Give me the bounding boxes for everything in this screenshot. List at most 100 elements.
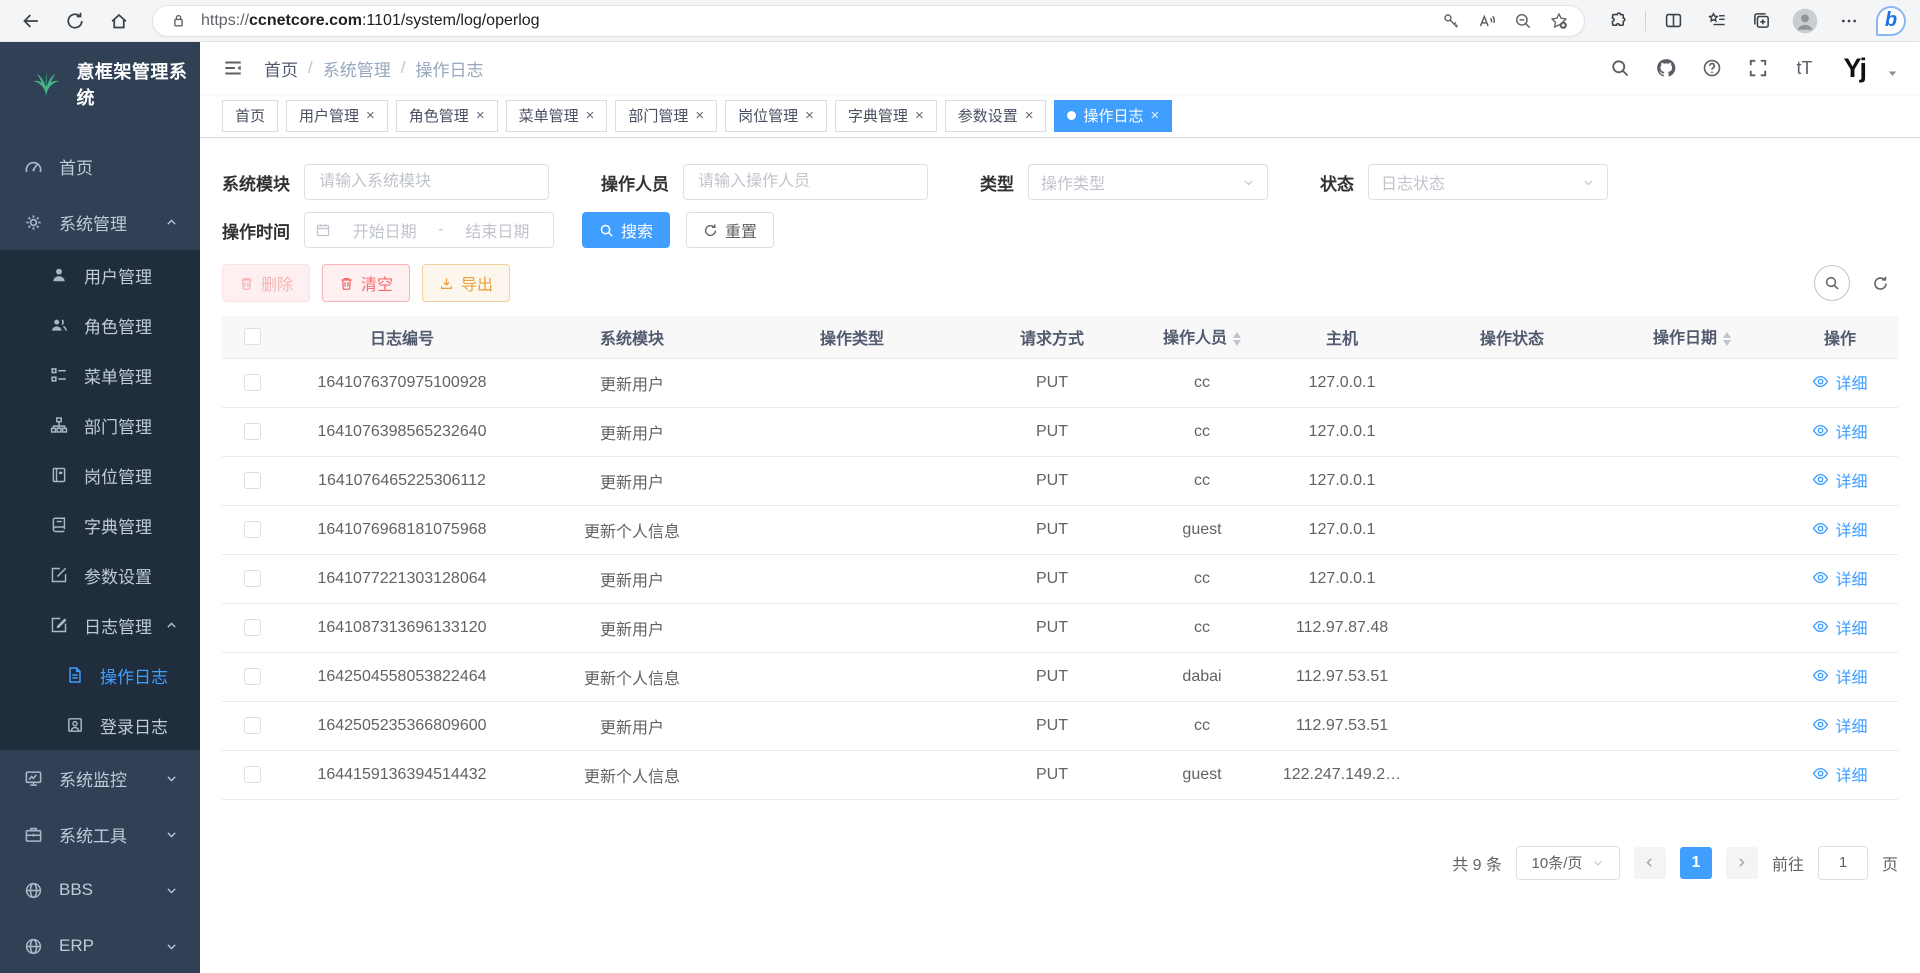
column-header[interactable]: 操作日期	[1602, 316, 1782, 358]
sidebar-item-menus[interactable]: 菜单管理	[0, 350, 200, 400]
app-logo[interactable]: 意框架管理系统	[0, 42, 200, 126]
sidebar-item-departments[interactable]: 部门管理	[0, 400, 200, 450]
detail-link[interactable]: 详细	[1812, 664, 1867, 688]
address-bar[interactable]: https://ccnetcore.com:1101/system/log/op…	[152, 5, 1585, 37]
row-checkbox[interactable]	[244, 766, 261, 783]
tab-close-icon[interactable]: ×	[915, 107, 924, 124]
detail-link[interactable]: 详细	[1812, 419, 1867, 443]
tab[interactable]: 用户管理 ×	[286, 100, 388, 132]
reset-button[interactable]: 重置	[686, 212, 774, 248]
module-input[interactable]	[304, 164, 549, 200]
detail-link[interactable]: 详细	[1812, 370, 1867, 394]
row-checkbox[interactable]	[244, 717, 261, 734]
tab[interactable]: 菜单管理 ×	[506, 100, 608, 132]
detail-link[interactable]: 详细	[1812, 615, 1867, 639]
row-checkbox[interactable]	[244, 423, 261, 440]
breadcrumb-home[interactable]: 首页	[264, 56, 298, 81]
row-checkbox[interactable]	[244, 472, 261, 489]
detail-link[interactable]: 详细	[1812, 762, 1867, 786]
sidebar-item-monitor[interactable]: 系统监控	[0, 750, 200, 806]
sidebar-item-posts[interactable]: 岗位管理	[0, 450, 200, 500]
user-avatar-logo[interactable]: Yj	[1843, 53, 1865, 84]
read-aloud-icon[interactable]	[1474, 12, 1500, 30]
browser-profile-avatar[interactable]	[1788, 4, 1822, 38]
operator-input[interactable]	[683, 164, 928, 200]
split-screen-icon[interactable]	[1656, 4, 1690, 38]
select-all-checkbox[interactable]	[244, 328, 261, 345]
browser-home-icon[interactable]	[102, 4, 136, 38]
detail-link[interactable]: 详细	[1812, 713, 1867, 737]
column-header[interactable]: 系统模块	[522, 316, 742, 358]
row-checkbox[interactable]	[244, 668, 261, 685]
column-header[interactable]: 请求方式	[962, 316, 1142, 358]
detail-link[interactable]: 详细	[1812, 517, 1867, 541]
tab[interactable]: 岗位管理 ×	[725, 100, 827, 132]
sidebar-item-home[interactable]: 首页	[0, 138, 200, 194]
tab[interactable]: 部门管理 ×	[615, 100, 717, 132]
type-select[interactable]: 操作类型	[1028, 164, 1268, 200]
sidebar-item-users[interactable]: 用户管理	[0, 250, 200, 300]
tab-close-icon[interactable]: ×	[476, 107, 485, 124]
column-header[interactable]: 主机	[1262, 316, 1422, 358]
page-number-button[interactable]: 1	[1680, 847, 1712, 879]
sidebar-item-logs-group[interactable]: 日志管理	[0, 600, 200, 650]
detail-link[interactable]: 详细	[1812, 566, 1867, 590]
github-icon[interactable]	[1653, 55, 1679, 81]
row-checkbox[interactable]	[244, 374, 261, 391]
tab-close-icon[interactable]: ×	[695, 107, 704, 124]
tab-close-icon[interactable]: ×	[586, 107, 595, 124]
sidebar-item-login-log[interactable]: 登录日志	[0, 700, 200, 750]
collections-icon[interactable]	[1744, 4, 1778, 38]
tab[interactable]: 操作日志 ×	[1054, 100, 1172, 132]
browser-back-icon[interactable]	[14, 4, 48, 38]
user-menu-caret-icon[interactable]	[1887, 68, 1898, 79]
fullscreen-icon[interactable]	[1745, 55, 1771, 81]
sidebar-collapse-icon[interactable]	[222, 57, 244, 79]
url-text[interactable]: https://ccnetcore.com:1101/system/log/op…	[201, 12, 1428, 30]
tab-close-icon[interactable]: ×	[366, 107, 375, 124]
header-search-icon[interactable]	[1607, 55, 1633, 81]
row-checkbox[interactable]	[244, 570, 261, 587]
sidebar-item-bbs[interactable]: BBS	[0, 862, 200, 918]
column-header[interactable]: 日志编号	[282, 316, 522, 358]
export-button[interactable]: 导出	[422, 264, 510, 302]
tab-close-icon[interactable]: ×	[805, 107, 814, 124]
detail-link[interactable]: 详细	[1812, 468, 1867, 492]
status-select[interactable]: 日志状态	[1368, 164, 1608, 200]
sort-icon[interactable]	[1233, 328, 1241, 350]
browser-more-icon[interactable]	[1832, 4, 1866, 38]
sort-icon[interactable]	[1723, 328, 1731, 350]
delete-button[interactable]: 删除	[222, 264, 310, 302]
sidebar-item-system[interactable]: 系统管理	[0, 194, 200, 250]
date-range-input[interactable]: 开始日期 - 结束日期	[304, 212, 554, 248]
extensions-icon[interactable]	[1601, 4, 1635, 38]
lock-icon[interactable]	[165, 12, 191, 29]
breadcrumb-system[interactable]: 系统管理	[323, 56, 391, 81]
tab[interactable]: 字典管理 ×	[835, 100, 937, 132]
sidebar-item-erp[interactable]: ERP	[0, 918, 200, 973]
toggle-search-button[interactable]	[1814, 265, 1850, 301]
favorites-icon[interactable]	[1700, 4, 1734, 38]
tab[interactable]: 参数设置 ×	[945, 100, 1047, 132]
next-page-button[interactable]	[1726, 847, 1758, 879]
sidebar-item-roles[interactable]: 角色管理	[0, 300, 200, 350]
prev-page-button[interactable]	[1634, 847, 1666, 879]
tab[interactable]: 角色管理 ×	[396, 100, 498, 132]
tab-close-icon[interactable]: ×	[1151, 107, 1160, 124]
add-favorite-icon[interactable]	[1546, 12, 1572, 30]
row-checkbox[interactable]	[244, 619, 261, 636]
column-header[interactable]: 操作类型	[742, 316, 962, 358]
browser-refresh-icon[interactable]	[58, 4, 92, 38]
search-button[interactable]: 搜索	[582, 212, 670, 248]
help-icon[interactable]	[1699, 55, 1725, 81]
goto-page-input[interactable]	[1818, 846, 1868, 880]
clear-button[interactable]: 清空	[322, 264, 410, 302]
font-size-icon[interactable]: tT	[1791, 55, 1817, 81]
zoom-out-icon[interactable]	[1510, 12, 1536, 30]
row-checkbox[interactable]	[244, 521, 261, 538]
tab-close-icon[interactable]: ×	[1025, 107, 1034, 124]
password-key-icon[interactable]	[1438, 12, 1464, 30]
refresh-table-button[interactable]	[1862, 265, 1898, 301]
sidebar-item-parameters[interactable]: 参数设置	[0, 550, 200, 600]
sidebar-item-operation-log[interactable]: 操作日志	[0, 650, 200, 700]
